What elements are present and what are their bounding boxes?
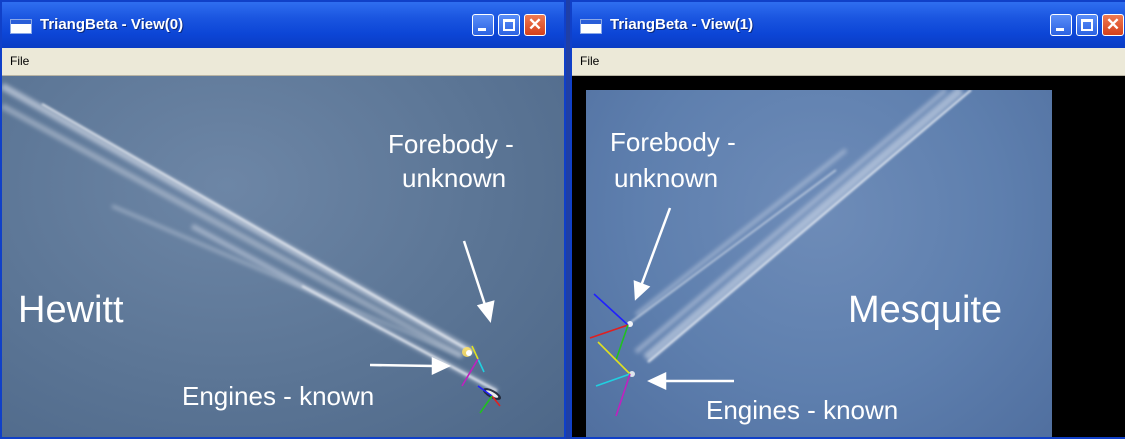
view0-menubar: File [2,48,564,76]
view0-window[interactable]: TriangBeta - View(0) ✕ File Hewitt Foreb… [0,0,566,439]
view1-menubar: File [572,48,1125,76]
view0-close-button[interactable]: ✕ [524,14,546,36]
view0-forebody-label-line1: Forebody - [388,129,514,159]
view0-titlebar[interactable]: TriangBeta - View(0) ✕ [2,2,564,48]
maximize-icon [503,19,515,31]
minimize-icon [1056,28,1064,31]
view1-forebody-label-line2: unknown [614,163,719,193]
view1-location-label: Mesquite [848,289,1003,331]
view0-engines-label: Engines - known [182,381,375,411]
view0-menu-file[interactable]: File [10,54,29,68]
app-window-icon [580,19,602,34]
view1-sky-photo: Mesquite Forebody - unknown Engines - kn… [586,90,1052,437]
view1-minimize-button[interactable] [1050,14,1072,36]
view0-minimize-button[interactable] [472,14,494,36]
minimize-icon [478,28,486,31]
maximize-icon [1081,19,1093,31]
view1-maximize-button[interactable] [1076,14,1098,36]
view1-forebody-label-line1: Forebody - [610,127,736,157]
view0-maximize-button[interactable] [498,14,520,36]
view0-title: TriangBeta - View(0) [40,16,184,33]
view0-forebody-label-line2: unknown [402,163,507,193]
view1-aircraft [627,321,635,377]
view1-triangulation-axes [589,293,631,417]
view1-window[interactable]: TriangBeta - View(1) ✕ File Mesquite For… [570,0,1125,439]
view0-location-label: Hewitt [18,289,124,331]
view1-engines-label: Engines - known [706,395,899,425]
view1-close-button[interactable]: ✕ [1102,14,1124,36]
view1-menu-file[interactable]: File [580,54,599,68]
view1-client-area: Mesquite Forebody - unknown Engines - kn… [572,76,1125,437]
view1-title: TriangBeta - View(1) [610,16,754,33]
view0-sky-photo: Hewitt Forebody - unknown Engines - know… [2,76,564,437]
close-icon: ✕ [527,15,543,34]
close-icon: ✕ [1105,15,1121,34]
app-window-icon [10,19,32,34]
view1-titlebar[interactable]: TriangBeta - View(1) ✕ [572,2,1125,48]
view0-client-area: Hewitt Forebody - unknown Engines - know… [2,76,564,437]
